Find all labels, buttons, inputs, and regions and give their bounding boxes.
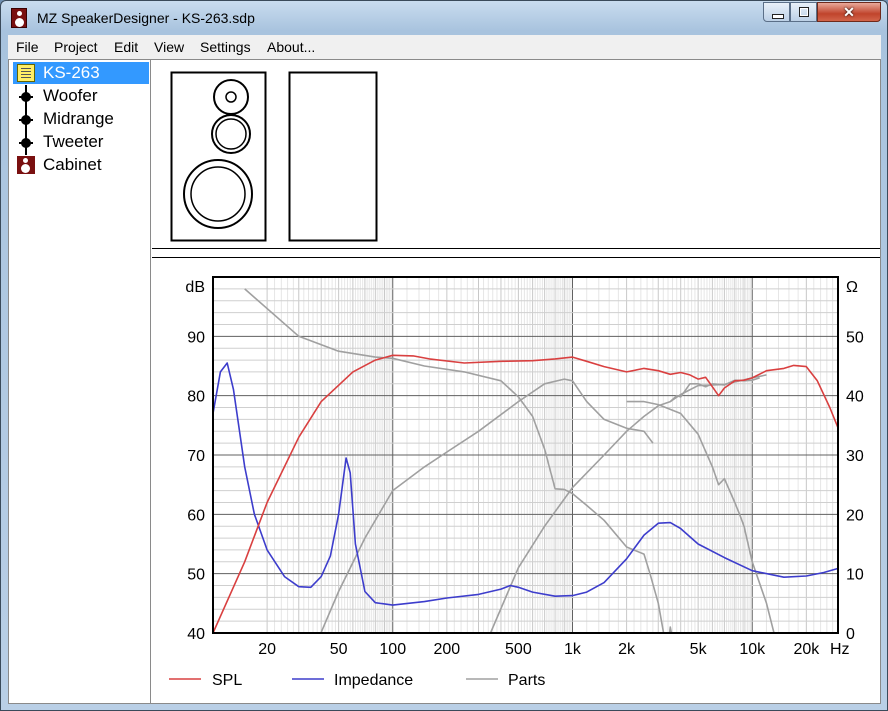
app-window: MZ SpeakerDesigner - KS-263.sdp ✕ File P… <box>0 0 888 711</box>
woofer-driver-icon[interactable] <box>183 159 253 229</box>
x-unit-label: Hz <box>830 641 850 658</box>
menu-settings[interactable]: Settings <box>200 39 251 55</box>
maximize-icon <box>799 7 809 17</box>
tree-item-label: Cabinet <box>43 155 102 174</box>
x-tick-label: 50 <box>330 641 348 658</box>
tree-item-label: Woofer <box>43 86 98 105</box>
y-left-tick-label: 40 <box>187 626 205 643</box>
y-right-tick-label: 50 <box>846 329 864 346</box>
cabinet-side-view[interactable] <box>288 71 378 242</box>
menu-bar: File Project Edit View Settings About... <box>8 35 881 60</box>
x-tick-label: 10k <box>739 641 766 658</box>
cabinet-preview <box>152 60 880 248</box>
close-button[interactable]: ✕ <box>817 2 881 22</box>
menu-project[interactable]: Project <box>54 39 98 55</box>
project-tree[interactable]: KS-263 Woofer Midrange Tweeter Cabinet <box>9 60 151 703</box>
y-left-tick-label: 70 <box>187 448 205 465</box>
y-left-tick-label: 80 <box>187 389 205 406</box>
driver-icon <box>17 85 35 109</box>
menu-edit[interactable]: Edit <box>114 39 138 55</box>
tree-item-woofer[interactable]: Woofer <box>13 85 149 109</box>
tree-item-label: KS-263 <box>43 63 100 82</box>
driver-icon <box>17 108 35 132</box>
x-tick-label: 20k <box>793 641 820 658</box>
x-tick-label: 5k <box>690 641 708 658</box>
minimize-icon <box>772 14 784 19</box>
midrange-driver-icon[interactable] <box>211 114 251 154</box>
woofer-cone-icon <box>190 166 246 222</box>
cabinet-icon <box>17 156 35 174</box>
close-icon: ✕ <box>843 4 855 20</box>
x-tick-label: 200 <box>434 641 461 658</box>
frequency-response-svg: dB Ω Hz 40 50 60 70 80 90 0 10 20 30 40 50 20 50 100 200 50… <box>169 276 864 689</box>
cabinet-drawing <box>170 71 378 242</box>
pane-splitter[interactable] <box>152 248 880 258</box>
x-tick-label: 500 <box>505 641 532 658</box>
tree-item-cabinet[interactable]: Cabinet <box>13 154 149 176</box>
client-area: KS-263 Woofer Midrange Tweeter Cabinet d… <box>8 59 881 704</box>
y-right-tick-label: 20 <box>846 507 864 524</box>
y-right-unit-label: Ω <box>846 279 858 296</box>
y-right-tick-label: 10 <box>846 567 864 584</box>
y-left-tick-label: 90 <box>187 329 205 346</box>
window-title: MZ SpeakerDesigner - KS-263.sdp <box>37 10 255 26</box>
x-tick-label: 2k <box>618 641 636 658</box>
tweeter-dome-icon <box>225 91 237 103</box>
menu-file[interactable]: File <box>16 39 39 55</box>
tree-item-label: Midrange <box>43 109 114 128</box>
y-left-tick-label: 60 <box>187 507 205 524</box>
y-right-tick-label: 40 <box>846 389 864 406</box>
title-bar[interactable]: MZ SpeakerDesigner - KS-263.sdp ✕ <box>1 1 887 34</box>
minimize-button[interactable] <box>763 2 790 22</box>
design-pane: dB Ω Hz 40 50 60 70 80 90 0 10 20 30 40 50 20 50 100 200 50… <box>152 60 880 703</box>
cabinet-front-view[interactable] <box>170 71 267 242</box>
midrange-cone-icon <box>215 118 247 150</box>
x-tick-label: 20 <box>258 641 276 658</box>
menu-view[interactable]: View <box>154 39 184 55</box>
legend-label-parts: Parts <box>508 672 545 689</box>
y-left-tick-label: 50 <box>187 567 205 584</box>
tree-item-midrange[interactable]: Midrange <box>13 108 149 132</box>
tree-item-project[interactable]: KS-263 <box>13 62 149 84</box>
x-tick-label: 100 <box>379 641 406 658</box>
tree-item-label: Tweeter <box>43 132 104 151</box>
x-tick-label: 1k <box>564 641 582 658</box>
note-icon <box>17 64 35 82</box>
tree-item-tweeter[interactable]: Tweeter <box>13 131 149 155</box>
menu-about[interactable]: About... <box>267 39 315 55</box>
maximize-button[interactable] <box>790 2 817 22</box>
y-right-tick-label: 0 <box>846 626 855 643</box>
frequency-response-chart: dB Ω Hz 40 50 60 70 80 90 0 10 20 30 40 50 20 50 100 200 50… <box>152 258 880 703</box>
y-left-unit-label: dB <box>185 279 205 296</box>
legend-label-spl: SPL <box>212 672 242 689</box>
legend-label-impedance: Impedance <box>334 672 413 689</box>
tweeter-driver-icon[interactable] <box>213 79 249 115</box>
driver-icon <box>17 131 35 155</box>
speaker-app-icon[interactable] <box>11 8 27 28</box>
y-right-tick-label: 30 <box>846 448 864 465</box>
